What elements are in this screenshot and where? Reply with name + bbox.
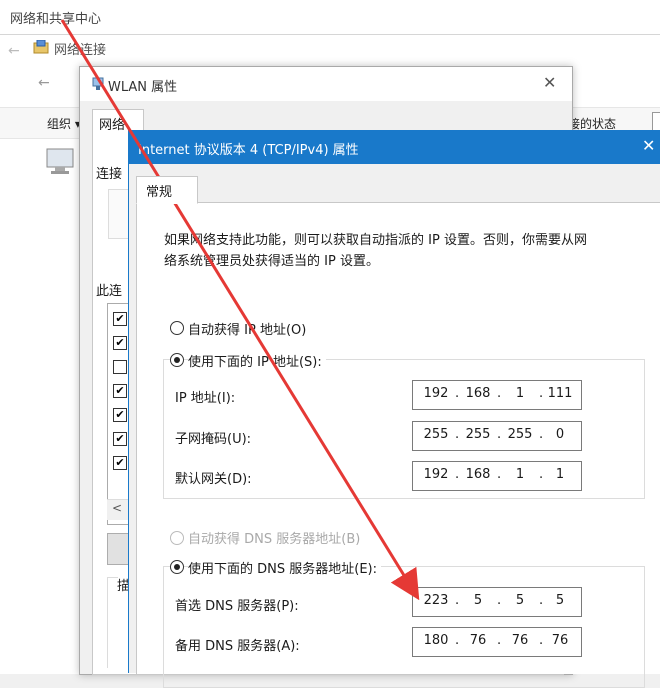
ip-octet: 255: [507, 427, 533, 442]
ip-octet: 111: [547, 386, 573, 401]
item-checkbox[interactable]: ✔: [113, 312, 127, 326]
install-button[interactable]: [107, 533, 129, 565]
manual-dns-label: 使用下面的 DNS 服务器地址(E):: [188, 558, 381, 577]
ip-octet: 1: [555, 467, 565, 482]
ip-address-field[interactable]: 192 . 168 . 1 . 111: [412, 380, 582, 410]
general-tab-panel: 如果网络支持此功能，则可以获取自动指派的 IP 设置。否则，你需要从网 络系统管…: [136, 202, 660, 688]
item-checkbox[interactable]: ✔: [113, 408, 127, 422]
nav-back-icon[interactable]: ←: [38, 75, 50, 91]
manual-ip-label: 使用下面的 IP 地址(S):: [188, 351, 326, 370]
ip-octet: 0: [555, 427, 565, 442]
pane-icon[interactable]: [652, 112, 660, 132]
default-gateway-label: 默认网关(D):: [175, 472, 252, 487]
ipv4-properties-window: Internet 协议版本 4 (TCP/IPv4) 属性 ✕ 如果网络支持此功…: [128, 130, 660, 688]
ip-octet: 255: [423, 427, 449, 442]
items-label: 此连: [96, 284, 123, 299]
ip-octet: 76: [551, 633, 569, 648]
alternate-dns-field[interactable]: 180 . 76 . 76 . 76: [412, 627, 582, 657]
item-checkbox[interactable]: ✔: [113, 456, 127, 470]
ip-octet: 5: [473, 593, 483, 608]
back-arrow-icon[interactable]: ←: [8, 43, 20, 59]
ip-octet: 192: [423, 386, 449, 401]
ip-octet: 5: [515, 593, 525, 608]
title-bar: Internet 协议版本 4 (TCP/IPv4) 属性 ✕: [128, 130, 660, 164]
description-line-2: 络系统管理员处获得适当的 IP 设置。: [164, 254, 379, 269]
preferred-dns-field[interactable]: 223 . 5 . 5 . 5: [412, 587, 582, 617]
auto-dns-label: 自动获得 DNS 服务器地址(B): [188, 532, 361, 547]
ip-octet: 1: [515, 467, 525, 482]
organize-menu[interactable]: 组织 ▾: [47, 115, 81, 132]
description-line-1: 如果网络支持此功能，则可以获取自动指派的 IP 设置。否则，你需要从网: [164, 233, 587, 248]
ip-octet: 255: [465, 427, 491, 442]
close-button[interactable]: ✕: [543, 73, 556, 92]
ip-octet: 168: [465, 386, 491, 401]
subnet-mask-label: 子网掩码(U):: [175, 432, 252, 447]
auto-dns-radio[interactable]: [170, 531, 184, 545]
window-title: WLAN 属性: [108, 80, 178, 95]
subnet-mask-field[interactable]: 255 . 255 . 255 . 0: [412, 421, 582, 451]
tab-label: 网络: [99, 118, 126, 133]
item-checkbox[interactable]: ✔: [113, 432, 127, 446]
ip-octet: 76: [511, 633, 529, 648]
network-adapter-icon: [92, 77, 104, 90]
window-title: 网络和共享中心: [10, 12, 102, 27]
ip-octet: 5: [555, 593, 565, 608]
ip-address-label: IP 地址(I):: [175, 391, 236, 406]
ip-octet: 180: [423, 633, 449, 648]
ip-octet: 76: [469, 633, 487, 648]
item-checkbox[interactable]: ✔: [113, 336, 127, 350]
item-checkbox[interactable]: ✔: [113, 384, 127, 398]
window-title: 网络连接: [54, 43, 107, 58]
tab-label: 常规: [146, 185, 173, 200]
alternate-dns-label: 备用 DNS 服务器(A):: [175, 639, 300, 654]
window-title: Internet 协议版本 4 (TCP/IPv4) 属性: [138, 143, 359, 158]
preferred-dns-label: 首选 DNS 服务器(P):: [175, 599, 299, 614]
item-checkbox[interactable]: [113, 360, 127, 374]
default-gateway-field[interactable]: 192 . 168 . 1 . 1: [412, 461, 582, 491]
ip-octet: 168: [465, 467, 491, 482]
scroll-left-icon[interactable]: <: [112, 501, 122, 515]
tab-general[interactable]: 常规: [136, 176, 198, 204]
ip-octet: 1: [515, 386, 525, 401]
connect-using-label: 连接: [96, 167, 123, 182]
manual-ip-radio[interactable]: [170, 353, 184, 367]
auto-ip-radio[interactable]: [170, 321, 184, 335]
adapter-icon: [108, 189, 130, 239]
network-folder-icon: [33, 40, 49, 54]
close-button[interactable]: ✕: [642, 136, 655, 155]
ip-octet: 192: [423, 467, 449, 482]
auto-ip-label: 自动获得 IP 地址(O): [188, 323, 307, 338]
ip-octet: 223: [423, 593, 449, 608]
manual-dns-radio[interactable]: [170, 560, 184, 574]
